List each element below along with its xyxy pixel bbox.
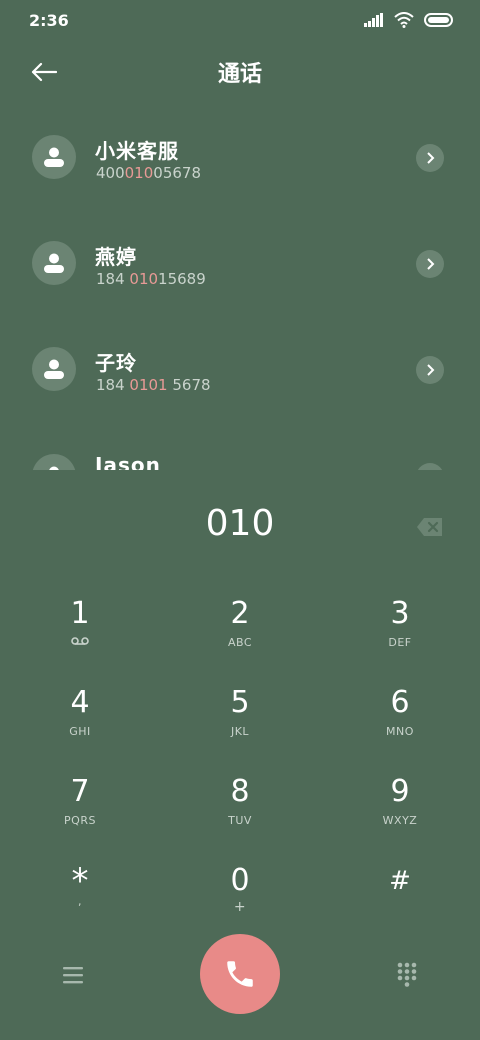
key-2[interactable]: 2 ABC (180, 596, 300, 676)
dialpad-toggle-button[interactable] (393, 960, 421, 988)
contact-row[interactable]: 小米客服 40001005678 (0, 116, 480, 222)
key-6[interactable]: 6 MNO (340, 685, 460, 765)
menu-icon (63, 967, 83, 984)
contact-detail-button[interactable] (416, 250, 444, 278)
status-bar: 2:36 (0, 0, 480, 42)
wifi-icon (394, 12, 414, 28)
dial-number-display: 010 (205, 503, 275, 544)
header: 通话 (0, 52, 480, 92)
chevron-right-icon (427, 258, 435, 270)
battery-icon (424, 13, 453, 27)
key-3[interactable]: 3 DEF (340, 596, 460, 676)
person-icon (49, 466, 59, 470)
contact-name: 燕婷 (95, 245, 137, 269)
avatar (32, 454, 76, 470)
key-1[interactable]: 1 (20, 596, 140, 676)
contact-name: 小米客服 (95, 139, 179, 163)
dialpad-icon (397, 962, 417, 987)
contact-row[interactable]: 燕婷 184 01015689 (0, 222, 480, 328)
contact-row[interactable]: Jason (0, 434, 480, 470)
contact-row[interactable]: 子玲 184 0101 5678 (0, 328, 480, 434)
key-9[interactable]: 9 WXYZ (340, 774, 460, 854)
key-4[interactable]: 4 GHI (20, 685, 140, 765)
contact-number: 184 01015689 (96, 270, 206, 288)
key-hash[interactable]: # (340, 863, 460, 943)
key-star[interactable]: * , (20, 863, 140, 943)
contact-name: Jason (95, 453, 161, 470)
backspace-button[interactable] (416, 516, 444, 538)
avatar (32, 135, 76, 179)
status-time: 2:36 (29, 11, 69, 30)
contact-number: 40001005678 (96, 164, 201, 182)
voicemail-icon (71, 637, 89, 645)
backspace-icon (417, 518, 442, 536)
status-icons (364, 12, 454, 28)
avatar (32, 347, 76, 391)
person-icon (44, 253, 64, 273)
contact-list: 小米客服 40001005678 燕婷 184 01015689 子玲 184 … (0, 116, 480, 470)
avatar (32, 241, 76, 285)
contact-detail-button[interactable] (416, 356, 444, 384)
chevron-right-icon (427, 364, 435, 376)
phone-icon (227, 961, 253, 987)
person-icon (44, 359, 64, 379)
key-8[interactable]: 8 TUV (180, 774, 300, 854)
contact-number: 184 0101 5678 (96, 376, 211, 394)
call-button[interactable] (200, 934, 280, 1014)
contact-name: 子玲 (95, 351, 137, 375)
page-title: 通话 (217, 62, 262, 87)
menu-button[interactable] (59, 961, 87, 989)
chevron-right-icon (427, 152, 435, 164)
person-icon (44, 147, 64, 167)
key-7[interactable]: 7 PQRS (20, 774, 140, 854)
key-0[interactable]: 0 + (180, 863, 300, 943)
contact-detail-button[interactable] (416, 463, 444, 470)
signal-icon (364, 13, 383, 27)
bottom-bar (0, 934, 480, 1016)
contact-detail-button[interactable] (416, 144, 444, 172)
key-5[interactable]: 5 JKL (180, 685, 300, 765)
